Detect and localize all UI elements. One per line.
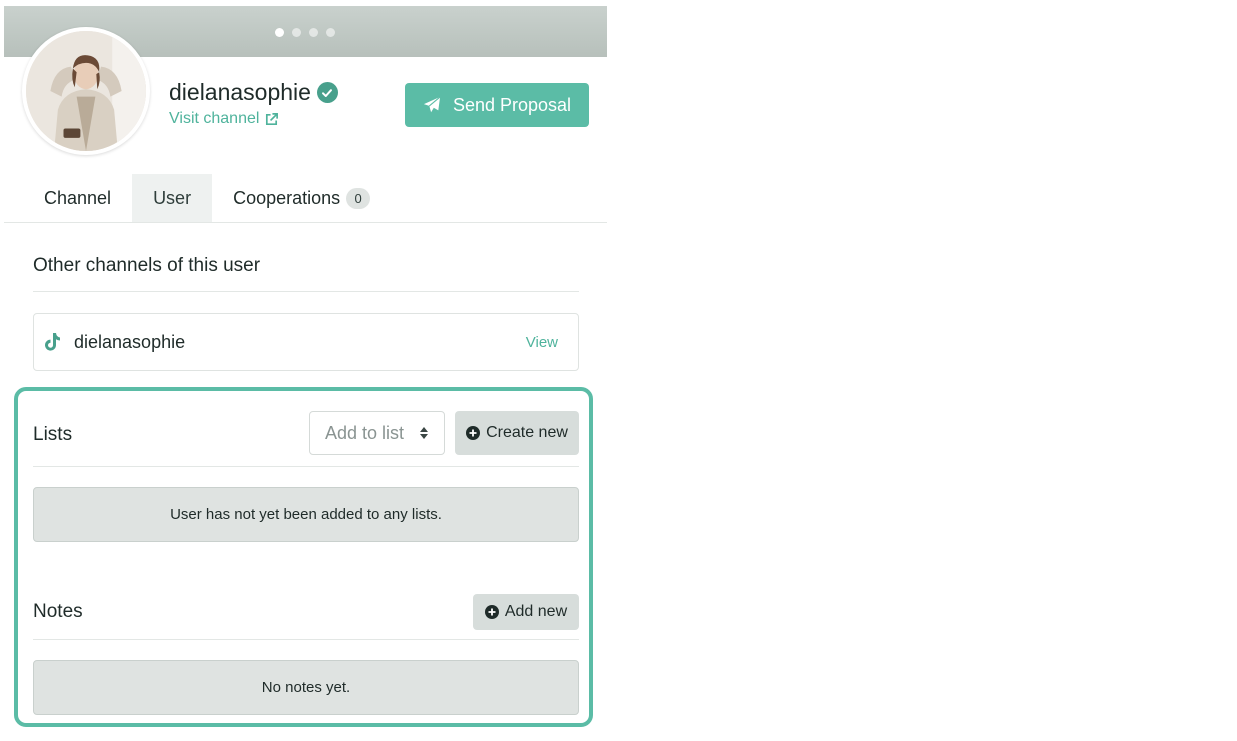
username-text: dielanasophie <box>169 79 311 105</box>
visit-channel-label: Visit channel <box>169 110 260 127</box>
carousel-dots <box>275 28 335 37</box>
divider <box>33 639 579 640</box>
select-placeholder: Add to list <box>325 422 405 443</box>
carousel-dot[interactable] <box>292 28 301 37</box>
avatar <box>22 27 150 155</box>
other-channels-title: Other channels of this user <box>33 255 261 276</box>
lists-empty-state: User has not yet been added to any lists… <box>33 487 579 542</box>
profile-panel: dielanasophie Visit channel Send Proposa… <box>4 6 607 736</box>
divider <box>33 466 579 467</box>
tab-user[interactable]: User <box>132 174 213 222</box>
notes-empty-state: No notes yet. <box>33 660 579 715</box>
view-channel-link[interactable]: View <box>526 334 558 351</box>
paper-plane-icon <box>423 96 441 113</box>
plus-circle-icon <box>466 426 481 440</box>
carousel-dot[interactable] <box>309 28 318 37</box>
visit-channel-link[interactable]: Visit channel <box>169 110 279 128</box>
external-link-icon <box>266 112 279 125</box>
avatar-image <box>26 31 146 151</box>
sort-arrows-icon <box>420 427 428 439</box>
verified-check-icon <box>316 82 338 103</box>
profile-tabs: Channel User Cooperations 0 <box>4 174 607 223</box>
lists-title: Lists <box>33 424 73 445</box>
carousel-dot[interactable] <box>275 28 284 37</box>
notes-title: Notes <box>33 601 83 622</box>
tiktok-icon <box>45 333 60 351</box>
channel-name: dielanasophie <box>74 331 186 352</box>
plus-circle-icon <box>484 605 499 619</box>
create-new-list-button[interactable]: Create new <box>455 411 579 455</box>
tab-cooperations[interactable]: Cooperations 0 <box>212 174 391 222</box>
tab-channel[interactable]: Channel <box>4 174 132 222</box>
tab-label: Cooperations <box>233 187 341 208</box>
add-new-label: Add new <box>504 603 568 620</box>
channel-username: dielanasophie <box>169 79 338 106</box>
send-proposal-label: Send Proposal <box>452 94 572 115</box>
create-new-label: Create new <box>486 424 568 441</box>
tab-label: User <box>153 187 192 208</box>
add-note-button[interactable]: Add new <box>473 594 579 630</box>
add-to-list-select[interactable]: Add to list <box>309 411 445 455</box>
tab-label: Channel <box>44 187 112 208</box>
cooperations-count-badge: 0 <box>346 187 371 209</box>
divider <box>33 291 579 292</box>
send-proposal-button[interactable]: Send Proposal <box>405 83 589 127</box>
carousel-dot[interactable] <box>326 28 335 37</box>
channel-list-item: dielanasophie View <box>33 313 579 371</box>
